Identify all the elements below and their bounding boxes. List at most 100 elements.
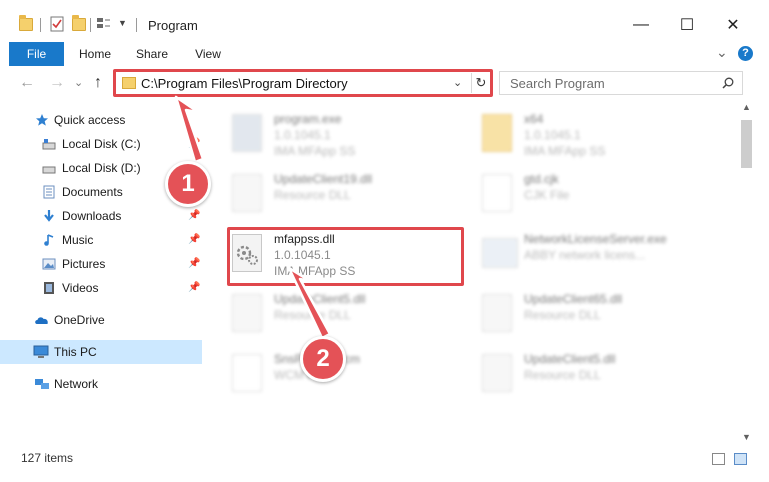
scroll-up-icon[interactable]: ▲ bbox=[742, 102, 751, 112]
scroll-thumb[interactable] bbox=[741, 120, 752, 168]
file-version: 1.0.1045.1 bbox=[524, 128, 581, 142]
vertical-scrollbar[interactable]: ▲ ▼ bbox=[738, 100, 755, 448]
file-description: IMA MFApp SS bbox=[524, 144, 606, 158]
file-item[interactable]: gtd.cjk CJK File bbox=[468, 168, 708, 224]
sidebar-item-label: Documents bbox=[62, 185, 123, 199]
sidebar-item-label: Local Disk (C:) bbox=[62, 137, 141, 151]
exe-icon bbox=[232, 114, 262, 152]
sidebar-item-this-pc[interactable]: This PC bbox=[0, 340, 202, 364]
search-input[interactable]: Search Program bbox=[499, 71, 743, 95]
file-type: Resource DLL bbox=[274, 308, 351, 322]
sidebar-item-label: Videos bbox=[62, 281, 99, 295]
file-name: gtd.cjk bbox=[524, 172, 559, 186]
large-icons-view-icon[interactable] bbox=[734, 453, 747, 465]
file-type: Resource DLL bbox=[274, 188, 351, 202]
close-button[interactable]: ✕ bbox=[710, 10, 756, 40]
separator bbox=[136, 18, 137, 32]
file-name: program.exe bbox=[274, 112, 342, 126]
file-name: UpdateClient5.dll bbox=[524, 352, 616, 366]
step-1-badge: 1 bbox=[165, 161, 211, 207]
file-name: UpdateClient19.dll bbox=[274, 172, 373, 186]
file-item[interactable]: UpdateClient5.dll Resource DLL bbox=[468, 348, 708, 404]
file-icon bbox=[232, 354, 262, 392]
star-icon bbox=[36, 114, 48, 126]
recent-locations-button[interactable]: ⌄ bbox=[74, 76, 83, 89]
details-view-icon[interactable] bbox=[712, 453, 725, 465]
pin-icon[interactable]: 📌 bbox=[188, 210, 200, 221]
file-version: 1.0.1045.1 bbox=[274, 128, 331, 142]
tab-view[interactable]: View bbox=[186, 42, 230, 66]
sidebar-item-downloads[interactable]: Downloads 📌 bbox=[0, 204, 202, 228]
separator bbox=[90, 18, 91, 32]
pin-icon[interactable]: 📌 bbox=[188, 138, 200, 149]
scroll-down-icon[interactable]: ▼ bbox=[742, 432, 751, 442]
sidebar-item-local-disk-c[interactable]: Local Disk (C:) 📌 bbox=[0, 132, 202, 156]
separator bbox=[40, 18, 41, 32]
folder-icon bbox=[482, 114, 512, 152]
network-icon bbox=[35, 379, 49, 389]
maximize-button[interactable]: ☐ bbox=[664, 10, 710, 40]
download-icon bbox=[44, 210, 54, 222]
sidebar-item-pictures[interactable]: Pictures 📌 bbox=[0, 252, 202, 276]
search-icon[interactable] bbox=[722, 77, 734, 89]
properties-icon[interactable] bbox=[50, 16, 64, 32]
music-icon bbox=[44, 234, 54, 246]
drive-icon bbox=[42, 139, 56, 150]
sidebar-item-label: Network bbox=[54, 377, 99, 391]
file-type: CJK File bbox=[524, 188, 570, 202]
tab-share[interactable]: Share bbox=[128, 42, 176, 66]
dll-icon bbox=[232, 294, 262, 332]
pin-icon[interactable]: 📌 bbox=[188, 258, 200, 269]
back-button[interactable]: ← bbox=[19, 74, 35, 92]
tab-home[interactable]: Home bbox=[72, 42, 118, 66]
file-icon bbox=[482, 174, 512, 212]
file-item[interactable]: UpdateClient5.dll Resource DLL bbox=[218, 288, 458, 344]
forward-button[interactable]: → bbox=[49, 74, 65, 92]
new-folder-icon[interactable] bbox=[72, 15, 86, 32]
search-placeholder: Search Program bbox=[510, 76, 605, 91]
file-item[interactable]: UpdateClient19.dll Resource DLL bbox=[218, 168, 458, 224]
sidebar-item-onedrive[interactable]: OneDrive bbox=[0, 308, 202, 332]
computer-icon bbox=[33, 345, 49, 358]
ribbon-collapse-icon[interactable]: ⌄ bbox=[716, 44, 728, 61]
help-icon[interactable]: ? bbox=[738, 46, 753, 61]
file-item[interactable]: UpdateClient65.dll Resource DLL bbox=[468, 288, 708, 344]
pin-icon[interactable]: 📌 bbox=[188, 234, 200, 245]
documents-icon bbox=[43, 185, 55, 199]
ribbon-tabs: File Home Share View ⌄ ? bbox=[0, 42, 769, 66]
address-row: ← → ⌄ ↑ C:\Program Files\Program Directo… bbox=[0, 66, 769, 100]
sidebar-item-label: Downloads bbox=[62, 209, 122, 223]
drive-icon bbox=[42, 166, 56, 174]
file-item[interactable]: NetworkLicenseServer.exe ABBY network li… bbox=[468, 228, 708, 284]
file-item[interactable]: x64 1.0.1045.1 IMA MFApp SS bbox=[468, 108, 708, 164]
file-description: ABBY network licens... bbox=[524, 248, 646, 262]
view-options-icon[interactable] bbox=[96, 16, 110, 32]
sidebar-item-videos[interactable]: Videos 📌 bbox=[0, 276, 202, 300]
navigation-pane: Quick access Local Disk (C:) 📌 Local Dis… bbox=[0, 104, 204, 444]
folder-icon[interactable] bbox=[19, 15, 33, 32]
step-2-badge: 2 bbox=[300, 336, 346, 382]
sidebar-item-music[interactable]: Music 📌 bbox=[0, 228, 202, 252]
address-highlight-box bbox=[113, 69, 493, 97]
sidebar-item-network[interactable]: Network bbox=[0, 372, 202, 396]
file-name: UpdateClient65.dll bbox=[524, 292, 623, 306]
videos-icon bbox=[44, 282, 54, 294]
minimize-button[interactable]: — bbox=[618, 10, 664, 40]
file-type: Resource DLL bbox=[524, 308, 601, 322]
file-type: Resource DLL bbox=[524, 368, 601, 382]
item-count: 127 items bbox=[21, 451, 74, 465]
sidebar-item-label: Pictures bbox=[62, 257, 106, 271]
status-bar: 127 items bbox=[0, 448, 769, 470]
sidebar-item-label: This PC bbox=[54, 345, 97, 359]
chevron-down-icon[interactable]: ▼ bbox=[118, 18, 127, 28]
sidebar-item-label: OneDrive bbox=[54, 313, 105, 327]
up-button[interactable]: ↑ bbox=[94, 74, 102, 92]
file-item[interactable]: program.exe 1.0.1045.1 IMA MFApp SS bbox=[218, 108, 458, 164]
pin-icon[interactable]: 📌 bbox=[188, 282, 200, 293]
sidebar-item-label: Music bbox=[62, 233, 94, 247]
tab-file[interactable]: File bbox=[9, 42, 64, 66]
window-title: Program bbox=[148, 18, 198, 33]
sidebar-item-quick-access[interactable]: Quick access bbox=[0, 108, 202, 132]
file-name: x64 bbox=[524, 112, 544, 126]
file-name: NetworkLicenseServer.exe bbox=[524, 232, 667, 246]
